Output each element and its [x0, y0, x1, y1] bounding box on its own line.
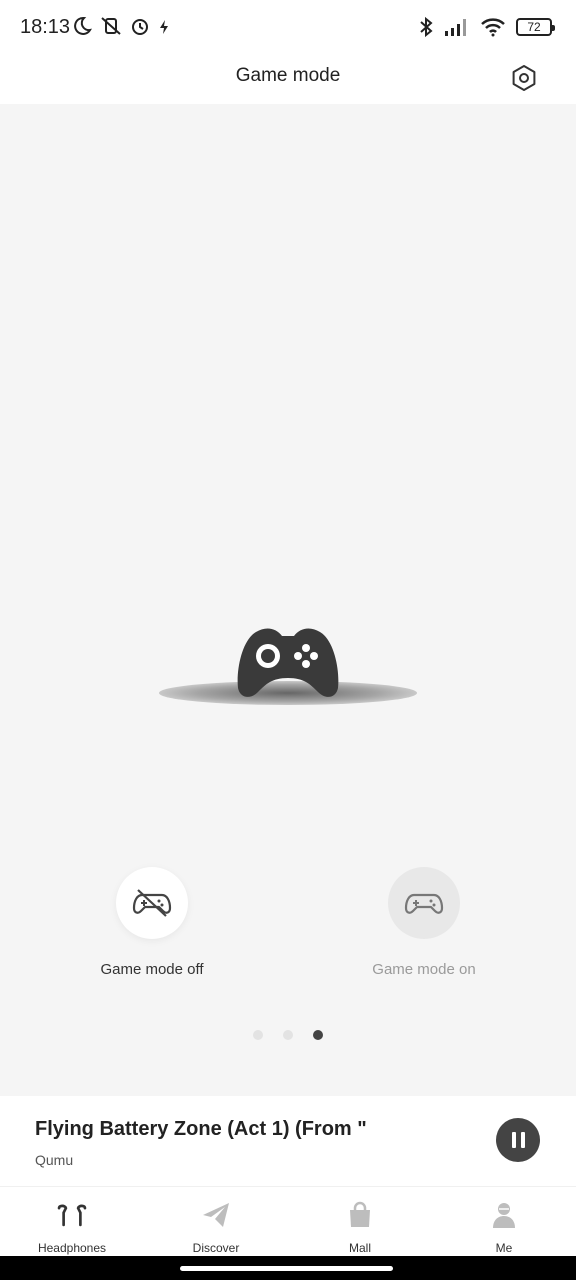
battery-level: 72 — [527, 20, 541, 34]
nav-label: Me — [495, 1241, 513, 1255]
gamepad-hero-illustration — [159, 628, 417, 705]
moon-icon — [74, 16, 92, 35]
page-dot[interactable] — [253, 1030, 263, 1040]
flash-icon — [160, 20, 168, 34]
shopping-bag-icon — [344, 1199, 376, 1231]
track-artist: Qumu — [35, 1152, 74, 1168]
vibrate-off-icon — [101, 17, 121, 35]
page-dot[interactable] — [283, 1030, 293, 1040]
nav-item-headphones[interactable]: Headphones — [0, 1187, 144, 1256]
game-mode-on-option[interactable]: Game mode on — [324, 867, 524, 978]
settings-button[interactable] — [508, 62, 540, 94]
bluetooth-icon — [420, 16, 433, 38]
game-mode-off-button[interactable] — [116, 867, 188, 939]
page-title: Game mode — [235, 65, 341, 86]
gamepad-icon — [404, 893, 444, 914]
nav-label: Mall — [348, 1241, 371, 1255]
earbuds-icon — [56, 1199, 88, 1231]
nav-label: Discover — [192, 1241, 240, 1255]
now-playing-bar[interactable]: Flying Battery Zone (Act 1) (From " Qumu — [0, 1096, 576, 1186]
home-indicator[interactable] — [180, 1266, 393, 1271]
status-left-icons — [72, 16, 170, 36]
header: Game mode — [0, 56, 576, 104]
nav-item-discover[interactable]: Discover — [144, 1187, 288, 1256]
game-mode-on-button[interactable] — [388, 867, 460, 939]
alarm-icon — [132, 19, 148, 35]
pause-button[interactable] — [496, 1118, 540, 1162]
nav-item-me[interactable]: Me — [432, 1187, 576, 1256]
game-mode-on-label: Game mode on — [372, 961, 476, 978]
bottom-navigation: Headphones Discover Mall Me — [0, 1186, 576, 1256]
person-icon — [488, 1199, 520, 1231]
nav-label: Headphones — [37, 1241, 107, 1255]
signal-icon — [445, 19, 466, 36]
game-mode-off-option[interactable]: Game mode off — [52, 867, 252, 978]
gesture-bar — [0, 1256, 576, 1280]
paper-plane-icon — [200, 1199, 232, 1231]
wifi-icon — [481, 18, 505, 37]
track-title: Flying Battery Zone (Act 1) (From " — [35, 1118, 367, 1140]
page-dot-active[interactable] — [313, 1030, 323, 1040]
settings-hexagon-icon — [512, 65, 536, 91]
status-time: 18:13 — [20, 16, 71, 38]
page-indicator — [0, 1030, 576, 1040]
nav-item-mall[interactable]: Mall — [288, 1187, 432, 1256]
status-bar: 18:13 72 — [0, 0, 576, 56]
game-mode-panel: Game mode off Game mode on — [0, 104, 576, 1096]
game-mode-off-label: Game mode off — [100, 961, 204, 978]
status-right-icons: 72 — [418, 16, 555, 38]
pause-icon — [511, 1132, 516, 1148]
gamepad-off-icon — [132, 889, 172, 917]
battery-icon: 72 — [516, 18, 555, 36]
